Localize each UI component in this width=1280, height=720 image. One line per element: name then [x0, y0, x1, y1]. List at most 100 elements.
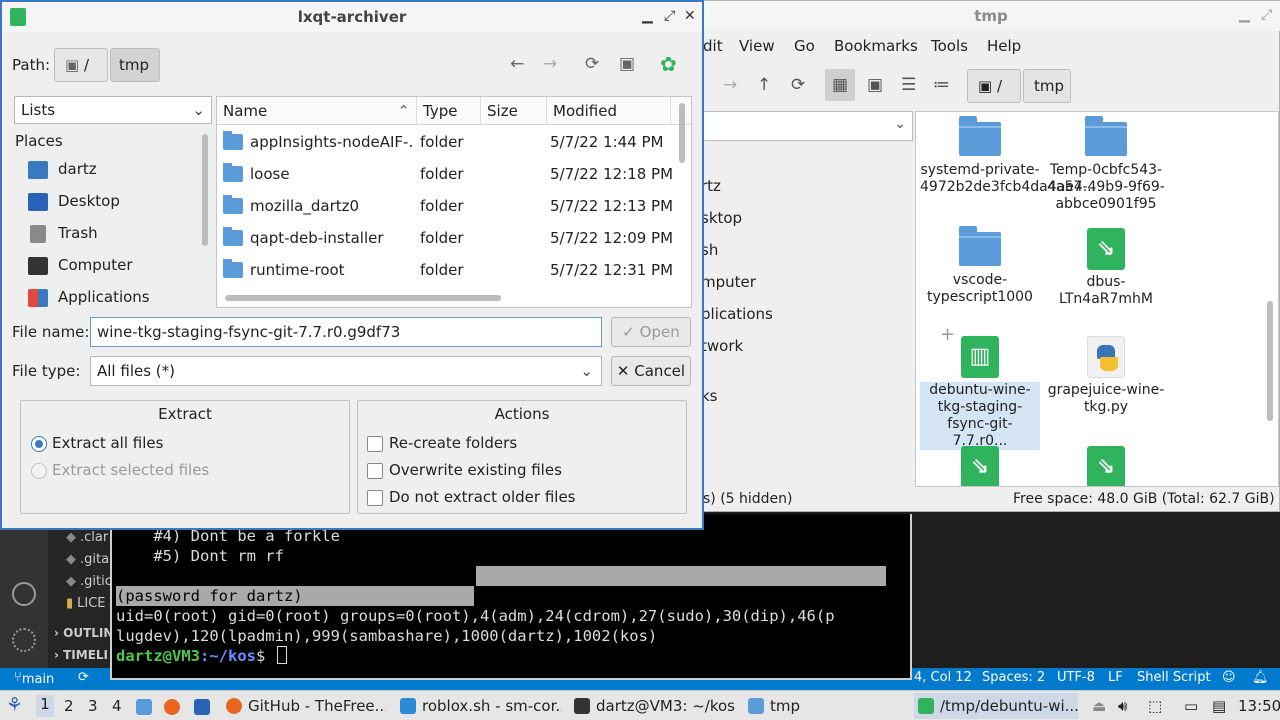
- column-type[interactable]: Type: [417, 97, 481, 125]
- file-item[interactable]: grapejuice-wine-tkg.py: [1046, 336, 1166, 416]
- file-item[interactable]: vscode-typescript1000: [920, 226, 1040, 306]
- feedback-icon[interactable]: ☺: [1222, 670, 1236, 685]
- explorer-file[interactable]: ◆ .gitic: [66, 574, 112, 589]
- icon-view-scrollbar[interactable]: [1267, 301, 1273, 421]
- extract-all-radio[interactable]: [31, 436, 47, 452]
- indentation-status[interactable]: Spaces: 2: [982, 670, 1045, 685]
- file-item[interactable]: Temp-0cbfc543-4a57-49b9-9f69-abbce0901f9…: [1046, 116, 1166, 213]
- file-row[interactable]: runtime-root folder 5/7/22 12:31 PM: [217, 255, 677, 287]
- sync-icon[interactable]: ⟳: [78, 670, 89, 685]
- reload-icon[interactable]: ⟳: [585, 54, 599, 74]
- file-item[interactable]: ⇘: [1046, 446, 1166, 486]
- explorer-file[interactable]: ◆ .gita: [66, 552, 109, 567]
- compact-view-icon[interactable]: ☰: [901, 75, 916, 95]
- file-name-field[interactable]: wine-tkg-staging-fsync-git-7.7.r0.g9df73: [90, 317, 602, 347]
- file-list[interactable]: Name ⌃ Type Size Modified appInsights-nod…: [216, 96, 692, 308]
- column-size[interactable]: Size: [481, 97, 547, 125]
- outline-section[interactable]: › OUTLIN: [54, 626, 113, 640]
- menu-go[interactable]: Go: [794, 37, 815, 55]
- column-name[interactable]: Name ⌃: [217, 97, 417, 125]
- overwrite-files-label[interactable]: Overwrite existing files: [389, 461, 562, 479]
- explorer-file[interactable]: ▮ LICE: [66, 596, 106, 611]
- language-status[interactable]: Shell Script: [1137, 670, 1211, 685]
- open-button[interactable]: ✓ Open: [611, 317, 691, 347]
- place-desktop[interactable]: Desktop: [28, 192, 120, 211]
- cancel-button[interactable]: ✕ Cancel: [611, 356, 691, 386]
- place-home[interactable]: dartz: [28, 160, 97, 179]
- task-file-manager[interactable]: tmp: [744, 693, 908, 719]
- task-archiver[interactable]: /tmp/debuntu-wi...: [914, 693, 1078, 719]
- thumbnail-view-icon[interactable]: ▣: [867, 75, 883, 95]
- side-pane-mode-combo[interactable]: ⌄: [701, 111, 913, 141]
- file-list-vscrollbar[interactable]: [679, 103, 685, 163]
- workspace-4[interactable]: 4: [112, 697, 122, 715]
- terminal-window[interactable]: #4) Dont be a forkle #5) Dont rm rf (pas…: [110, 514, 912, 680]
- no-extract-older-checkbox[interactable]: [367, 490, 383, 506]
- minimize-icon[interactable]: ▁: [642, 8, 653, 24]
- volume-icon[interactable]: 🔊︎: [1118, 697, 1127, 715]
- overwrite-files-checkbox[interactable]: [367, 463, 383, 479]
- workspace-2[interactable]: 2: [64, 697, 74, 715]
- branch-indicator[interactable]: ⑂ main: [14, 670, 54, 687]
- file-type-select[interactable]: All files (*) ⌄: [90, 356, 602, 386]
- file-row[interactable]: mozilla_dartz0 folder 5/7/22 12:13 PM: [217, 191, 677, 223]
- file-item[interactable]: systemd-private-4972b2de3fcb4da4ae4...: [920, 116, 1096, 196]
- task-vscode[interactable]: roblox.sh - sm-cor...: [396, 693, 562, 719]
- add-selection-icon[interactable]: +: [940, 326, 955, 344]
- account-icon[interactable]: [12, 582, 36, 606]
- side-place[interactable]: mputer: [701, 273, 756, 291]
- cursor-position[interactable]: 4, Col 12: [914, 670, 972, 685]
- path-tmp-button[interactable]: tmp: [1023, 69, 1071, 103]
- eol-status[interactable]: LF: [1108, 670, 1123, 685]
- eject-icon[interactable]: ⏏: [1092, 697, 1106, 715]
- maximize-icon[interactable]: ⤢: [664, 8, 675, 24]
- extract-all-label[interactable]: Extract all files: [52, 434, 163, 452]
- settings-gear-icon[interactable]: [12, 628, 36, 652]
- file-item[interactable]: ⇘ dbus-LTn4aR7mhM: [1046, 228, 1166, 308]
- new-folder-icon[interactable]: ▣: [619, 54, 635, 74]
- encoding-status[interactable]: UTF-8: [1057, 670, 1095, 685]
- place-trash[interactable]: Trash: [30, 224, 98, 243]
- place-computer[interactable]: Computer: [28, 256, 133, 275]
- file-row[interactable]: appInsights-nodeAIF-... folder 5/7/22 1:…: [217, 127, 677, 159]
- icon-view[interactable]: systemd-private-4972b2de3fcb4da4ae4... T…: [915, 111, 1279, 487]
- task-firefox[interactable]: GitHub - TheFree...: [222, 693, 386, 719]
- detail-view-icon[interactable]: ≔: [933, 75, 950, 95]
- maximize-icon[interactable]: ⤢: [1261, 7, 1272, 23]
- path-root-button[interactable]: ▣ /: [967, 69, 1021, 103]
- up-icon[interactable]: ↑: [757, 75, 771, 95]
- notes-icon[interactable]: ▤: [1212, 697, 1226, 715]
- places-scrollbar[interactable]: [202, 134, 208, 246]
- side-place[interactable]: sktop: [701, 209, 742, 227]
- forward-icon[interactable]: →: [543, 54, 557, 74]
- desktop-launcher[interactable]: [194, 698, 216, 716]
- menu-tools[interactable]: Tools: [931, 37, 968, 55]
- clipboard-icon[interactable]: ▭: [1184, 697, 1198, 715]
- path-tmp-button[interactable]: tmp: [110, 48, 160, 82]
- explorer-file[interactable]: ◆ .clar: [66, 530, 108, 545]
- menu-help[interactable]: Help: [987, 37, 1021, 55]
- menu-view[interactable]: View: [739, 37, 775, 55]
- side-place[interactable]: twork: [701, 337, 743, 355]
- column-modified[interactable]: Modified: [547, 97, 671, 125]
- back-icon[interactable]: ←: [510, 54, 524, 74]
- network-icon[interactable]: ⬚: [1148, 697, 1162, 715]
- side-place[interactable]: plications: [701, 305, 773, 323]
- firefox-launcher[interactable]: [164, 698, 186, 716]
- icon-view-icon[interactable]: ▦: [825, 69, 855, 101]
- recreate-folders-label[interactable]: Re-create folders: [389, 434, 517, 452]
- file-manager-launcher[interactable]: [136, 698, 158, 716]
- place-applications[interactable]: Applications: [28, 288, 150, 307]
- extract-selected-radio[interactable]: [31, 463, 47, 479]
- task-terminal[interactable]: dartz@VM3: ~/kos: [570, 693, 738, 719]
- start-menu-icon[interactable]: ⚘: [6, 694, 23, 716]
- file-item[interactable]: ⇘: [920, 446, 1040, 486]
- recreate-folders-checkbox[interactable]: [367, 436, 383, 452]
- settings-icon[interactable]: ✿: [660, 52, 677, 76]
- workspace-3[interactable]: 3: [88, 697, 98, 715]
- file-item[interactable]: + ▥ debuntu-wine-tkg-staging-fsync-git-7…: [920, 326, 1040, 450]
- path-root-button[interactable]: ▣ /: [54, 48, 108, 82]
- timeline-section[interactable]: › TIMELI: [54, 648, 108, 662]
- notifications-icon[interactable]: 🔔︎: [1252, 670, 1269, 685]
- minimize-icon[interactable]: ▁: [1239, 7, 1250, 23]
